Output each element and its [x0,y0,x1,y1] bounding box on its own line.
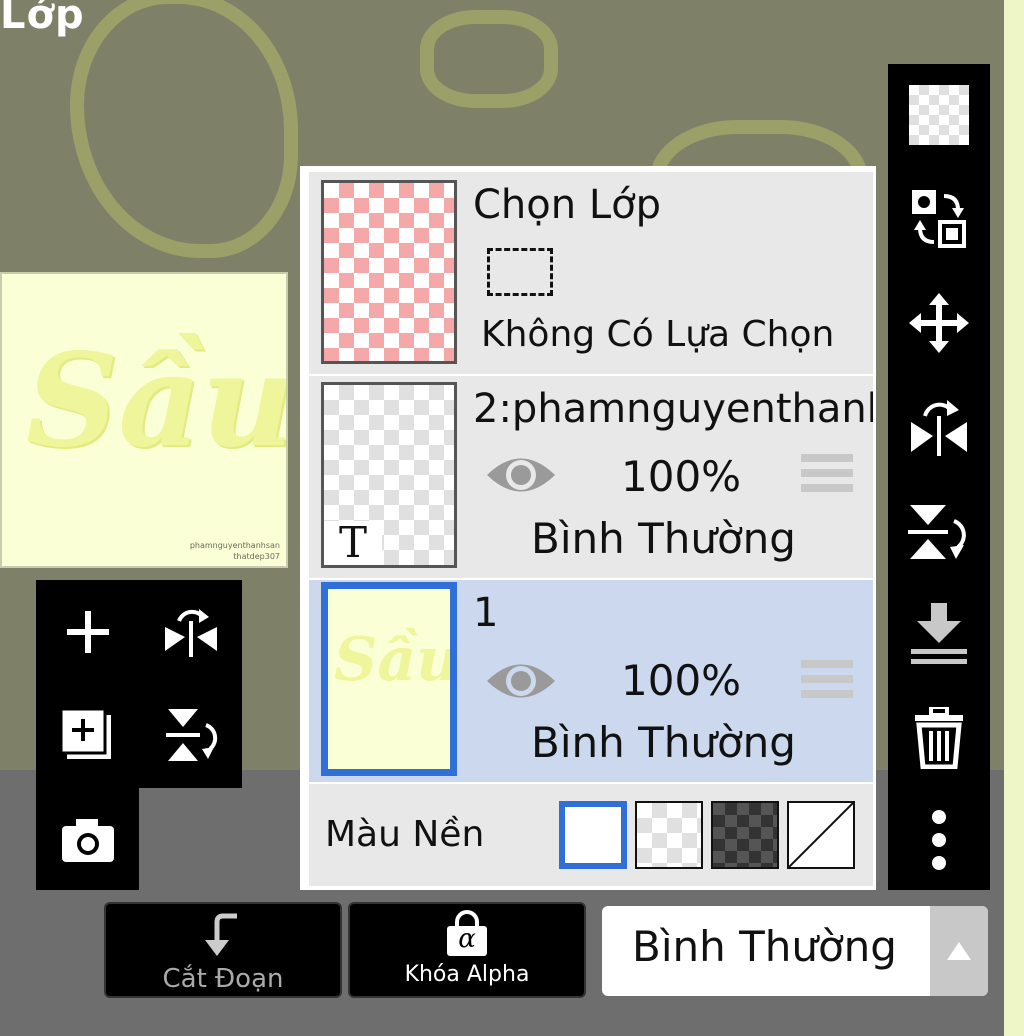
lock-icon: α [447,910,487,956]
background-artwork [420,10,558,108]
page-title: Lớp [0,0,85,38]
selection-rect-icon [487,248,553,296]
merge-down-button[interactable] [888,598,990,672]
background-color-row: Màu Nền [309,784,873,886]
clip-arrow-icon [205,913,237,956]
plus-icon [67,611,109,653]
layer-name: 1 [473,590,499,636]
flip-vertical-button[interactable] [888,494,990,568]
alpha-lock-button[interactable]: α Khóa Alpha [348,902,586,998]
clipping-label: Cắt Đoạn [162,964,284,994]
visibility-eye-icon[interactable] [485,656,557,706]
swap-layers-icon [912,190,966,248]
merge-down-icon [911,603,967,664]
layer-thumbnail: Sầu [321,582,457,776]
checker-icon [909,85,969,145]
flip-horizontal-button[interactable] [888,390,990,464]
duplicate-layer-icon [59,707,111,759]
layer-blend-mode: Bình Thường [531,514,796,563]
bg-transparent-light-option[interactable] [635,801,703,869]
move-arrows-icon [909,293,969,353]
layer-row[interactable]: T 2:phamnguyenthanhsan 100% Bình Thường [309,376,873,580]
layer-row-selected[interactable]: Sầu 1 100% Bình Thường [309,580,873,784]
flip-horizontal-button[interactable] [158,600,224,666]
camera-button[interactable] [56,808,120,872]
select-layer-row[interactable]: Chọn Lớp Không Có Lựa Chọn [309,172,873,376]
bg-transparent-dark-option[interactable] [711,801,779,869]
canvas-preview[interactable]: Sầu phamnguyenthanhsan thatdep307 [0,272,288,568]
bg-white-option[interactable] [559,801,627,869]
select-layer-status: Không Có Lựa Chọn [481,314,835,355]
flip-vertical-icon [166,709,218,761]
flip-vertical-button[interactable] [158,702,224,768]
thumbnail-watermark: Sầu [334,625,457,695]
preview-watermark: Sầu [26,326,288,476]
alpha-lock-label: Khóa Alpha [404,962,530,987]
layer-thumbnail: T [321,382,457,568]
drag-handle-icon[interactable] [801,660,853,700]
duplicate-layer-button[interactable] [56,704,120,768]
alpha-symbol: α [458,924,476,954]
right-toolbar [888,64,990,890]
select-layer-title: Chọn Lớp [473,182,661,228]
layer-panel: Chọn Lớp Không Có Lựa Chọn T 2:phamnguye… [300,166,876,890]
selection-thumbnail [321,180,457,364]
visibility-eye-icon[interactable] [485,450,557,500]
blend-mode-arrow[interactable] [930,906,988,996]
move-button[interactable] [888,288,990,358]
canvas-edge [1004,0,1024,1036]
background-color-label: Màu Nền [325,814,485,855]
preview-credit: phamnguyenthanhsan thatdep307 [189,541,280,561]
transparency-button[interactable] [888,80,990,150]
clipping-button[interactable]: Cắt Đoạn [104,902,342,998]
more-vertical-icon [932,810,946,870]
more-options-button[interactable] [888,804,990,876]
left-toolbar [36,580,242,890]
flip-horizontal-icon [911,400,967,456]
layer-blend-mode: Bình Thường [531,718,796,767]
add-layer-button[interactable] [58,602,118,662]
layer-name: 2:phamnguyenthanhsan [473,386,873,432]
delete-layer-button[interactable] [888,700,990,776]
flip-horizontal-icon [165,609,217,657]
camera-icon [62,819,114,862]
layer-opacity[interactable]: 100% [621,452,741,501]
blend-mode-select[interactable]: Bình Thường [602,906,988,996]
triangle-up-icon [947,942,971,960]
diagonal-line-icon [789,803,853,867]
drag-handle-icon[interactable] [801,454,853,494]
swap-layers-button[interactable] [888,184,990,254]
flip-vertical-icon [908,505,966,559]
bg-none-option[interactable] [787,801,855,869]
blend-mode-value: Bình Thường [632,922,897,971]
trash-icon [915,707,963,769]
layer-opacity[interactable]: 100% [621,656,741,705]
text-layer-badge: T [324,521,382,565]
